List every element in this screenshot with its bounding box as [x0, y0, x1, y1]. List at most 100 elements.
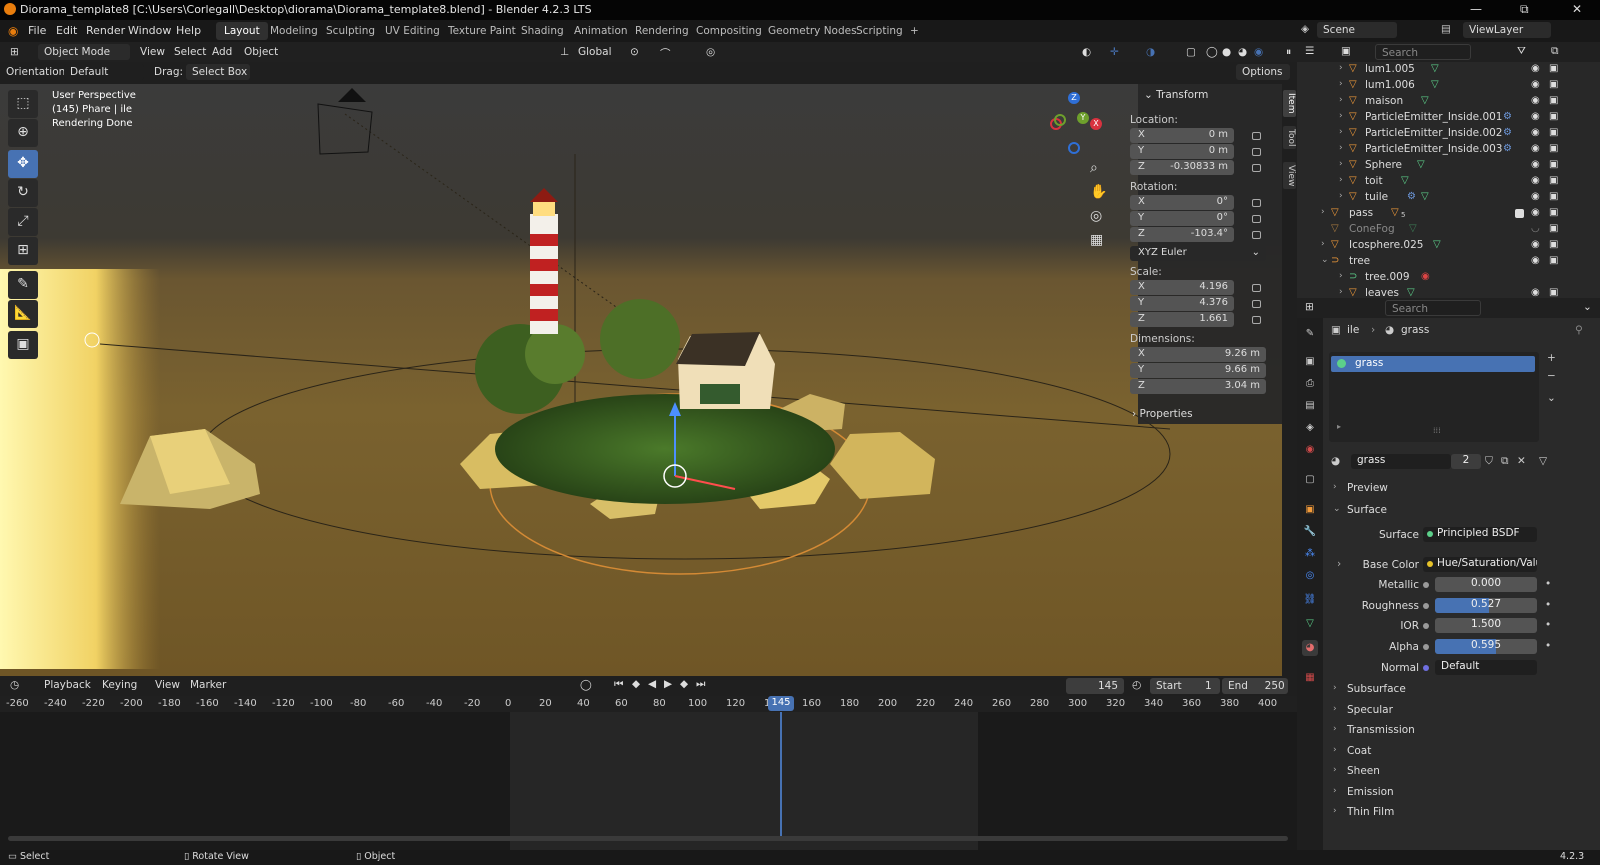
measure-tool[interactable]: 📐	[8, 300, 38, 328]
duplicate-material-icon[interactable]: ⧉	[1501, 455, 1509, 468]
orientation-dropdown[interactable]: Default	[64, 64, 144, 80]
outliner-row-leaves[interactable]: › ▽ leaves ▽ ◉ ▣	[1297, 286, 1600, 298]
material-tab-icon[interactable]: ◕	[1302, 640, 1318, 656]
gizmo-neg-z[interactable]	[1068, 142, 1080, 154]
modifier-tab-icon[interactable]: 🔧	[1302, 524, 1318, 540]
lock-location-y-icon[interactable]	[1252, 148, 1261, 156]
pause-render-icon[interactable]: ⏸	[1286, 46, 1291, 59]
fake-user-icon[interactable]: ⛉	[1485, 455, 1493, 468]
normal-field[interactable]: Default	[1435, 660, 1537, 675]
base-color-field[interactable]: Hue/Saturation/Value	[1423, 557, 1537, 572]
pivot-icon[interactable]: ⊙	[630, 46, 639, 58]
outliner-row-tuile[interactable]: › ▽ tuile ⚙ ▽ ◉ ▣	[1297, 190, 1600, 206]
surface-shader-field[interactable]: Principled BSDF	[1423, 527, 1537, 542]
scene-icon[interactable]: ◈	[1301, 23, 1309, 35]
scene-selector[interactable]: Scene	[1317, 22, 1397, 38]
add-slot-button[interactable]: +	[1547, 352, 1556, 364]
menu-window[interactable]: Window	[128, 24, 171, 37]
tab-texture-paint[interactable]: Texture Paint	[440, 22, 524, 40]
ior-keyframe-icon[interactable]: •	[1545, 619, 1551, 631]
current-frame-field[interactable]: 145	[1066, 678, 1124, 694]
transform-orientation-icon[interactable]: ⊥	[560, 46, 569, 58]
cursor-tool[interactable]: ⊕	[8, 119, 38, 147]
alpha-keyframe-icon[interactable]: •	[1545, 640, 1551, 652]
tab-animation[interactable]: Animation	[566, 22, 636, 40]
remove-slot-button[interactable]: −	[1547, 370, 1556, 382]
stopwatch-icon[interactable]: ◴	[1132, 679, 1141, 691]
proportional-edit-icon[interactable]: ◎	[706, 46, 715, 58]
timeline-menu-keying[interactable]: Keying	[102, 679, 137, 691]
jump-end-icon[interactable]: ⏭	[696, 678, 705, 691]
gizmo-toggle-icon[interactable]: ✛	[1110, 46, 1119, 58]
outliner-row-tree-009[interactable]: › ⊃ tree.009 ◉	[1297, 270, 1600, 286]
location-z-field[interactable]: Z -0.30833 m	[1130, 160, 1234, 175]
slot-specials-button[interactable]: ⌄	[1547, 392, 1556, 404]
location-x-field[interactable]: X0 m	[1130, 128, 1234, 143]
jump-keyframe-forward-icon[interactable]: ◆	[680, 678, 688, 690]
outliner-row-particle-emitter-001[interactable]: › ▽ ParticleEmitter_Inside.001 ⚙ ◉ ▣	[1297, 110, 1600, 126]
lock-rotation-x-icon[interactable]	[1252, 199, 1261, 207]
menu-file[interactable]: File	[28, 24, 46, 37]
camera-view-icon[interactable]: ◎	[1090, 208, 1102, 224]
material-slot-list[interactable]: grass ▸ ⁞⁞⁞	[1329, 352, 1539, 442]
timeline-menu-marker[interactable]: Marker	[190, 679, 226, 691]
timeline-ruler[interactable]: -260 -240 -220 -200 -180 -160 -140 -120 …	[0, 696, 1297, 712]
view-object-types-icon[interactable]: ◐	[1082, 46, 1091, 58]
rotation-z-field[interactable]: Z -103.4°	[1130, 227, 1234, 242]
coat-section[interactable]: › Coat	[1331, 742, 1587, 762]
outliner-row-pass[interactable]: › ▽ pass ▽ 5 ◉ ▣	[1297, 206, 1600, 222]
dimensions-z-field[interactable]: Z 3.04 m	[1130, 379, 1266, 394]
new-collection-icon[interactable]: ⧉	[1551, 45, 1559, 58]
lock-scale-y-icon[interactable]	[1252, 300, 1261, 308]
shading-rendered-icon[interactable]: ◉	[1254, 46, 1263, 58]
constraints-tab-icon[interactable]: ⛓	[1302, 592, 1318, 608]
shading-wireframe-icon[interactable]: ◯	[1206, 46, 1218, 58]
tab-tool[interactable]: Tool	[1283, 126, 1296, 150]
scale-tool[interactable]: ⤢	[8, 208, 38, 236]
object-tab-icon[interactable]: ▣	[1302, 502, 1318, 518]
timeline-menu-view[interactable]: View	[155, 679, 180, 691]
outliner-editor-type-icon[interactable]: ☰	[1305, 45, 1314, 57]
transform-panel-header[interactable]: ⌄ Transform	[1144, 89, 1208, 101]
playhead-line[interactable]	[780, 712, 782, 836]
menu-help[interactable]: Help	[176, 24, 201, 37]
slot-list-resize-grip[interactable]: ⁞⁞⁞	[1433, 426, 1441, 435]
minimize-button[interactable]: —	[1470, 2, 1482, 16]
outliner-row-icosphere-025[interactable]: › ▽ Icosphere.025 ▽ ◉ ▣	[1297, 238, 1600, 254]
metallic-keyframe-icon[interactable]: •	[1545, 578, 1551, 590]
overlays-toggle-icon[interactable]: ◑	[1146, 46, 1155, 58]
snap-icon[interactable]: ⌒	[660, 46, 671, 61]
start-frame-field[interactable]: Start 1	[1150, 678, 1220, 694]
view-layer-tab-icon[interactable]: ▤	[1302, 398, 1318, 414]
dimensions-y-field[interactable]: Y 9.66 m	[1130, 363, 1266, 378]
tab-sculpting[interactable]: Sculpting	[318, 22, 383, 40]
pass-checkbox[interactable]	[1515, 209, 1524, 218]
tab-layout[interactable]: Layout	[216, 22, 268, 40]
outliner-row-conefog[interactable]: ▽ ConeFog ▽ ◡ ▣	[1297, 222, 1600, 238]
editor-type-icon[interactable]: ⊞	[10, 46, 19, 58]
data-tab-icon[interactable]: ▽	[1302, 616, 1318, 632]
texture-tab-icon[interactable]: ▦	[1302, 670, 1318, 686]
pin-icon[interactable]: ⚲	[1575, 324, 1583, 336]
material-slot-grass[interactable]: grass	[1331, 356, 1535, 372]
viewport-menu-view[interactable]: View	[140, 46, 165, 58]
transform-orientation-dropdown[interactable]: Global	[578, 46, 612, 58]
unlink-material-icon[interactable]: ✕	[1517, 455, 1526, 467]
preview-section[interactable]: › Preview	[1331, 479, 1587, 499]
viewport-menu-object[interactable]: Object	[244, 46, 278, 58]
output-tab-icon[interactable]: ⎙	[1302, 376, 1318, 392]
add-workspace-button[interactable]: +	[902, 22, 927, 40]
tool-tab-icon[interactable]: ✎	[1302, 326, 1318, 342]
restore-button[interactable]: ⧉	[1520, 2, 1529, 17]
transmission-section[interactable]: › Transmission	[1331, 721, 1587, 741]
outliner-row-particle-emitter-002[interactable]: › ▽ ParticleEmitter_Inside.002 ⚙ ◉ ▣	[1297, 126, 1600, 142]
blender-menu-icon[interactable]: ◉	[8, 24, 18, 38]
surface-section[interactable]: ⌄ Surface	[1331, 501, 1587, 521]
lock-location-x-icon[interactable]	[1252, 132, 1261, 140]
rotate-tool[interactable]: ↻	[8, 179, 38, 207]
shading-solid-icon[interactable]: ●	[1222, 46, 1231, 58]
viewport-menu-add[interactable]: Add	[212, 46, 232, 58]
outliner-row-particle-emitter-003[interactable]: › ▽ ParticleEmitter_Inside.003 ⚙ ◉ ▣	[1297, 142, 1600, 158]
close-window-button[interactable]: ✕	[1572, 2, 1582, 16]
jump-start-icon[interactable]: ⏮	[614, 678, 623, 691]
